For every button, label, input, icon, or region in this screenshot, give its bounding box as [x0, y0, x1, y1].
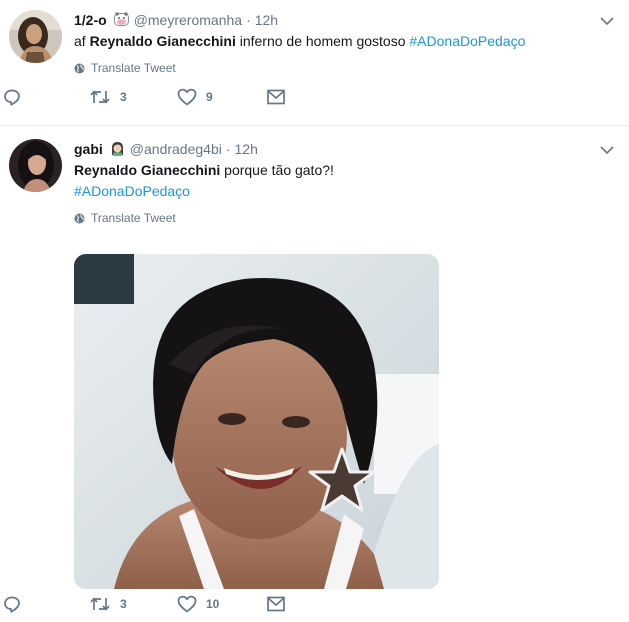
tweet-text: af Reynaldo Gianecchini inferno de homem…: [74, 31, 615, 52]
username-handle[interactable]: @andradeg4bi: [130, 141, 222, 157]
retweet-count: 3: [120, 90, 127, 104]
separator-dot: ·: [225, 140, 231, 157]
like-button[interactable]: 10: [177, 594, 219, 614]
hashtag-link[interactable]: #ADonaDoPedaço: [409, 33, 525, 49]
tweet-text-suffix: porque tão gato?!: [220, 162, 334, 178]
globe-icon: [74, 213, 85, 224]
cow-emoji-icon: [113, 12, 130, 27]
retweet-button[interactable]: 3: [89, 87, 127, 107]
tweet-content: gabi @andradeg4bi · 12h Reynaldo Gianecc…: [74, 139, 615, 589]
display-name[interactable]: gabi: [74, 141, 103, 157]
envelope-icon: [267, 89, 285, 105]
heart-icon: [177, 88, 197, 106]
tweet-header: gabi @andradeg4bi · 12h: [74, 139, 615, 158]
timestamp[interactable]: 12h: [255, 12, 278, 28]
heart-icon: [177, 595, 197, 613]
like-count: 10: [206, 597, 220, 611]
chevron-down-icon[interactable]: [599, 14, 615, 26]
like-button[interactable]: 9: [177, 87, 213, 107]
envelope-icon: [267, 596, 285, 612]
tweet-content: 1/2-o @meyreromanha · 12h af Reynaldo Gi…: [74, 10, 615, 76]
tweet-actions: 3 9: [0, 87, 629, 107]
avatar[interactable]: [9, 10, 62, 63]
like-count: 9: [206, 90, 213, 104]
mention-text: Reynaldo Gianecchini: [89, 33, 236, 49]
username-handle[interactable]: @meyreromanha: [134, 12, 242, 28]
separator-dot: ·: [246, 11, 251, 28]
tweet-header: 1/2-o @meyreromanha · 12h: [74, 10, 615, 29]
chevron-down-icon[interactable]: [599, 143, 615, 155]
avatar[interactable]: [9, 139, 62, 192]
retweet-button[interactable]: 3: [89, 594, 127, 614]
tweet-actions: 3 10: [0, 594, 629, 614]
tweet-feed: 1/2-o @meyreromanha · 12h af Reynaldo Gi…: [0, 0, 629, 622]
reply-icon: [4, 596, 20, 613]
translate-tweet-link[interactable]: Translate Tweet: [74, 60, 615, 76]
tweet-text-prefix: af: [74, 33, 90, 49]
retweet-count: 3: [120, 597, 127, 611]
translate-tweet-link[interactable]: Translate Tweet: [74, 210, 615, 226]
tweet-text: Reynaldo Gianecchini porque tão gato?! #A…: [74, 160, 615, 202]
timestamp[interactable]: 12h: [235, 141, 258, 157]
mention-text: Reynaldo Gianecchini: [74, 162, 221, 178]
retweet-icon: [90, 597, 110, 611]
translate-label: Translate Tweet: [91, 211, 176, 225]
reply-icon: [4, 89, 20, 106]
direct-message-button[interactable]: [266, 87, 286, 107]
reply-button[interactable]: [3, 594, 21, 614]
woman-emoji-icon: [109, 141, 126, 156]
direct-message-button[interactable]: [266, 594, 286, 614]
tweet-photo[interactable]: [74, 254, 439, 589]
retweet-icon: [90, 90, 110, 104]
globe-icon: [74, 63, 85, 74]
translate-label: Translate Tweet: [91, 61, 176, 75]
tweet[interactable]: gabi @andradeg4bi · 12h Reynaldo Gianecc…: [0, 127, 629, 622]
display-name[interactable]: 1/2-o: [74, 12, 107, 28]
tweet[interactable]: 1/2-o @meyreromanha · 12h af Reynaldo Gi…: [0, 0, 629, 126]
tweet-text-middle: inferno de homem gostoso: [235, 33, 410, 49]
reply-button[interactable]: [3, 87, 21, 107]
hashtag-link[interactable]: #ADonaDoPedaço: [74, 183, 190, 199]
